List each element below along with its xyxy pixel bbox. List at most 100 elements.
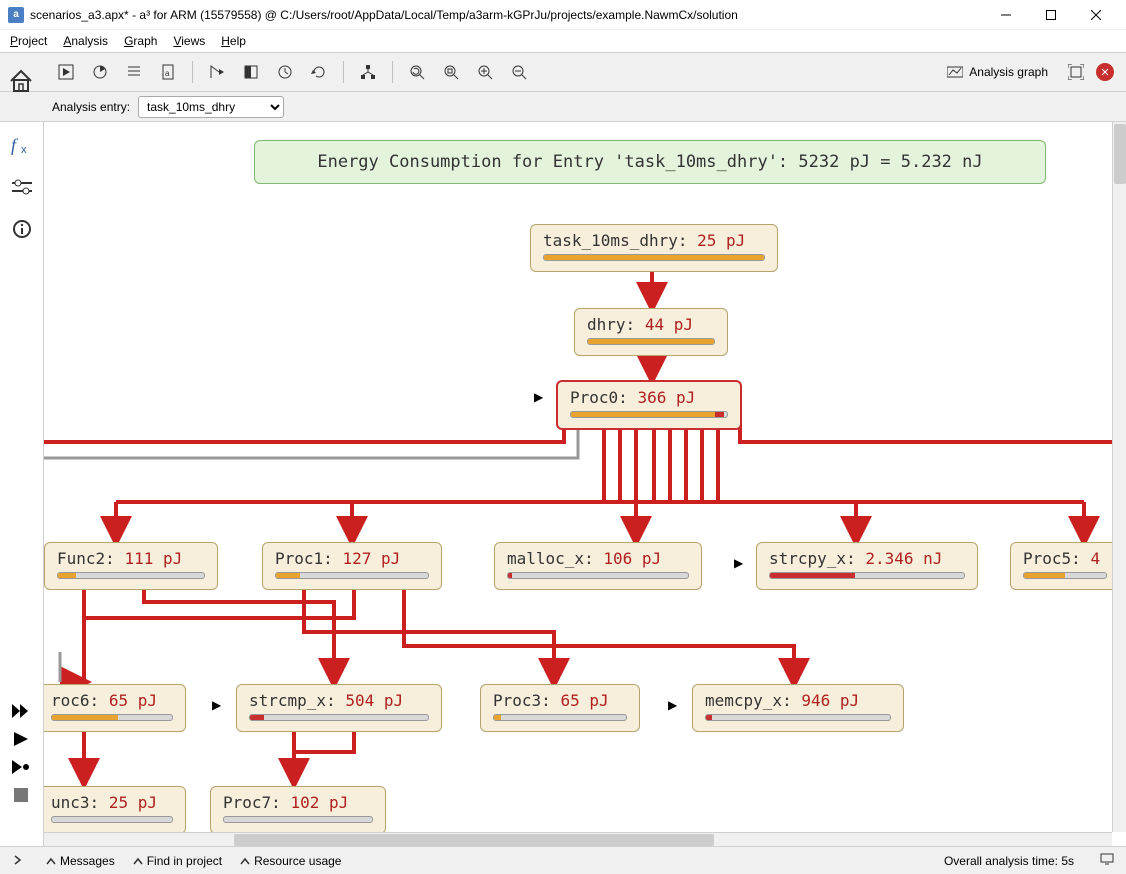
vertical-scrollbar[interactable]: [1112, 122, 1126, 832]
close-button[interactable]: [1073, 0, 1118, 30]
horizontal-scrollbar[interactable]: [44, 832, 1112, 846]
chevron-up-icon: [133, 857, 143, 865]
node-dhry[interactable]: dhry: 44 pJ: [574, 308, 728, 356]
analysis-entry-label: Analysis entry:: [52, 100, 130, 114]
expand-caret[interactable]: ▶: [534, 390, 543, 404]
status-resource[interactable]: Resource usage: [240, 854, 341, 868]
menu-analysis[interactable]: Analysis: [63, 34, 108, 48]
node-label: unc3:: [51, 793, 99, 812]
node-value: 106 pJ: [603, 549, 661, 568]
node-proc3[interactable]: Proc3: 65 pJ: [480, 684, 640, 732]
tool-doc-icon[interactable]: a: [154, 58, 182, 86]
tool-play-box-icon[interactable]: [52, 58, 80, 86]
tool-zoom-reset-icon[interactable]: [403, 58, 431, 86]
tool-clock-icon[interactable]: [271, 58, 299, 86]
menu-project[interactable]: Project: [10, 34, 47, 48]
analysis-graph-label[interactable]: Analysis graph: [939, 65, 1056, 79]
minimize-button[interactable]: [983, 0, 1028, 30]
graph-icon: [947, 65, 963, 79]
svg-text:x: x: [21, 144, 27, 155]
node-proc5[interactable]: Proc5: 4: [1010, 542, 1120, 590]
node-label: Proc1:: [275, 549, 333, 568]
node-value: 127 pJ: [342, 549, 400, 568]
chevron-up-icon: [46, 857, 56, 865]
node-label: dhry:: [587, 315, 635, 334]
analysis-time-label: Overall analysis time: 5s: [944, 854, 1074, 868]
node-value: 25 pJ: [697, 231, 745, 250]
node-task_10ms_dhry[interactable]: task_10ms_dhry: 25 pJ: [530, 224, 778, 272]
sidebar-fx-icon[interactable]: fx: [7, 130, 37, 160]
titlebar: a scenarios_a3.apx* - a³ for ARM (155795…: [0, 0, 1126, 30]
node-proc7[interactable]: Proc7: 102 pJ: [210, 786, 386, 834]
menu-views[interactable]: Views: [173, 34, 205, 48]
node-label: Func2:: [57, 549, 115, 568]
node-func2[interactable]: Func2: 111 pJ: [44, 542, 218, 590]
node-label: Proc7:: [223, 793, 281, 812]
node-value: 65 pJ: [560, 691, 608, 710]
node-strcpy_x[interactable]: strcpy_x: 2.346 nJ: [756, 542, 978, 590]
status-messages-label: Messages: [60, 854, 115, 868]
tool-zoom-in-icon[interactable]: [471, 58, 499, 86]
node-label: Proc0:: [570, 388, 628, 407]
window-title: scenarios_a3.apx* - a³ for ARM (15579558…: [30, 8, 983, 22]
tool-piechart-icon[interactable]: [86, 58, 114, 86]
node-label: memcpy_x:: [705, 691, 792, 710]
entry-row: Analysis entry: task_10ms_dhry: [0, 92, 1126, 122]
home-icon[interactable]: [8, 68, 38, 98]
status-find[interactable]: Find in project: [133, 854, 222, 868]
tool-contrast-icon[interactable]: [237, 58, 265, 86]
close-panel-button[interactable]: ✕: [1096, 63, 1114, 81]
sidebar-play-to-icon[interactable]: [8, 756, 34, 778]
tool-fullscreen-icon[interactable]: [1062, 58, 1090, 86]
node-memcpy_x[interactable]: memcpy_x: 946 pJ: [692, 684, 904, 732]
node-func3[interactable]: unc3: 25 pJ: [44, 786, 186, 834]
toolbar: a Analysis graph ✕: [0, 52, 1126, 92]
node-value: 25 pJ: [109, 793, 157, 812]
node-label: strcmp_x:: [249, 691, 336, 710]
sidebar-info-icon[interactable]: [7, 214, 37, 244]
status-messages[interactable]: Messages: [46, 854, 115, 868]
node-value: 2.346 nJ: [865, 549, 942, 568]
statusbar: Messages Find in project Resource usage …: [0, 846, 1126, 874]
status-resource-label: Resource usage: [254, 854, 341, 868]
node-value: 946 pJ: [801, 691, 859, 710]
node-value: 65 pJ: [109, 691, 157, 710]
node-strcmp_x[interactable]: strcmp_x: 504 pJ: [236, 684, 442, 732]
expand-caret[interactable]: ▶: [212, 698, 221, 712]
node-proc0[interactable]: Proc0: 366 pJ: [556, 380, 742, 430]
status-monitor-icon[interactable]: [1100, 853, 1114, 868]
statusbar-expand-icon[interactable]: [12, 854, 22, 868]
svg-text:a: a: [165, 69, 170, 78]
analysis-entry-select[interactable]: task_10ms_dhry: [138, 96, 284, 118]
node-label: roc6:: [51, 691, 99, 710]
sidebar-fast-forward-icon[interactable]: [8, 700, 34, 722]
node-value: 102 pJ: [290, 793, 348, 812]
node-label: Proc5:: [1023, 549, 1081, 568]
sidebar-play-icon[interactable]: [8, 728, 34, 750]
menu-help[interactable]: Help: [221, 34, 246, 48]
node-value: 4: [1090, 549, 1100, 568]
node-label: task_10ms_dhry:: [543, 231, 688, 250]
sidebar-stop-icon[interactable]: [8, 784, 34, 806]
menu-graph[interactable]: Graph: [124, 34, 157, 48]
node-proc1[interactable]: Proc1: 127 pJ: [262, 542, 442, 590]
expand-caret[interactable]: ▶: [734, 556, 743, 570]
graph-viewport[interactable]: Energy Consumption for Entry 'task_10ms_…: [44, 122, 1126, 846]
expand-caret[interactable]: ▶: [668, 698, 677, 712]
tool-tree-icon[interactable]: [354, 58, 382, 86]
tool-step-icon[interactable]: [203, 58, 231, 86]
maximize-button[interactable]: [1028, 0, 1073, 30]
tool-zoom-out-icon[interactable]: [505, 58, 533, 86]
tool-refresh-icon[interactable]: [305, 58, 333, 86]
status-find-label: Find in project: [147, 854, 222, 868]
menubar: Project Analysis Graph Views Help: [0, 30, 1126, 52]
tool-zoom-fit-icon[interactable]: [437, 58, 465, 86]
node-label: strcpy_x:: [769, 549, 856, 568]
chevron-up-icon: [240, 857, 250, 865]
sidebar-sliders-icon[interactable]: [7, 172, 37, 202]
node-malloc_x[interactable]: malloc_x: 106 pJ: [494, 542, 702, 590]
tool-list-icon[interactable]: [120, 58, 148, 86]
node-value: 504 pJ: [345, 691, 403, 710]
node-proc6[interactable]: roc6: 65 pJ: [44, 684, 186, 732]
app-icon: a: [8, 7, 24, 23]
